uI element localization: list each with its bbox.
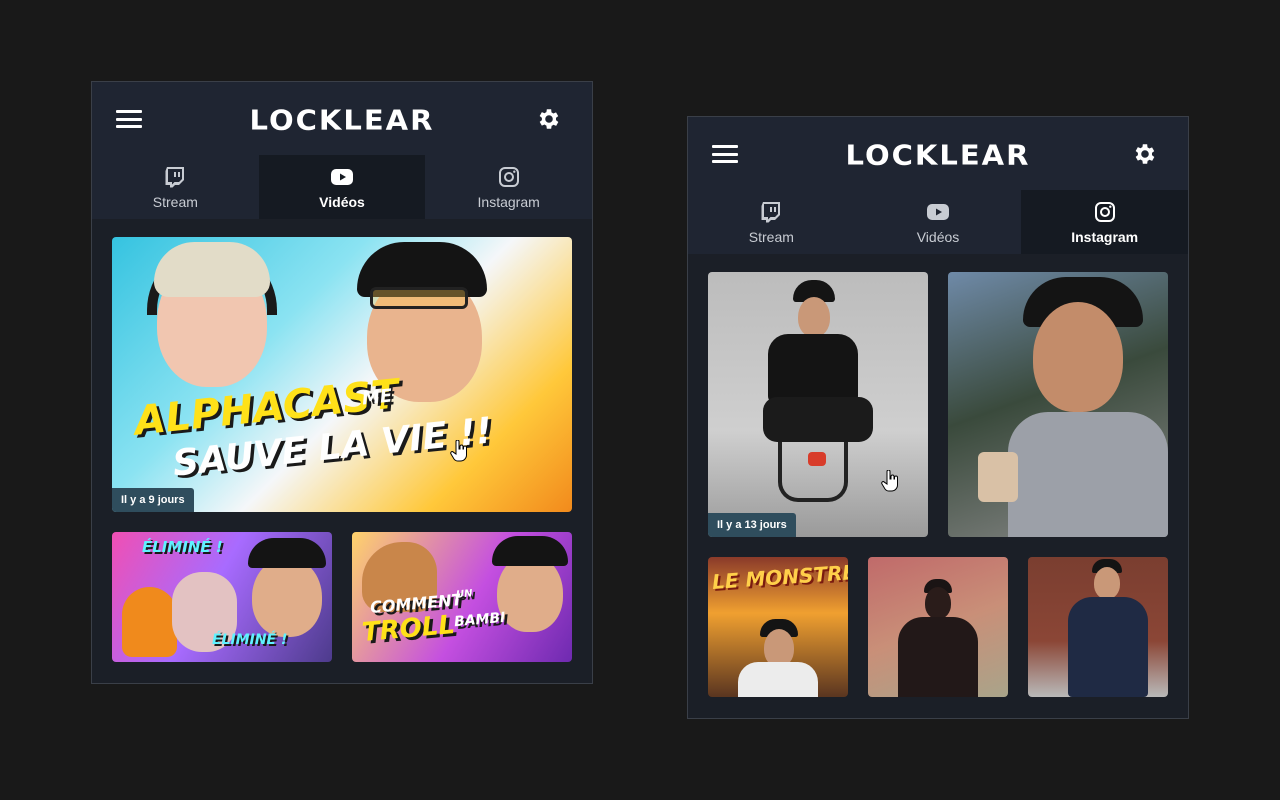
instagram-post-thumbnail[interactable]: [948, 272, 1168, 537]
tab-label: Vidéos: [916, 228, 960, 245]
youtube-icon: [331, 168, 353, 185]
gear-icon[interactable]: [536, 106, 562, 132]
tab-bar: Stream Vidéos Instagram: [688, 190, 1189, 254]
fall-guy: [122, 587, 177, 657]
video-age-badge: Il y a 9 jours: [112, 488, 194, 512]
tab-stream[interactable]: Stream: [688, 190, 855, 254]
tab-bar: Stream Vidéos Instagram: [92, 155, 592, 219]
title-bambi: BAMBI: [453, 609, 506, 631]
instagram-post-thumbnail[interactable]: [868, 557, 1008, 697]
title-bottom: ÉLIMINÉ !: [212, 632, 288, 648]
chair: [778, 442, 848, 502]
tab-label: Instagram: [477, 193, 540, 210]
title-top: ÉLIMINÉ !: [142, 538, 223, 556]
instagram-post-thumbnail[interactable]: Il y a 13 jours: [708, 272, 928, 537]
cap: [248, 538, 326, 568]
youtube-icon: [927, 203, 949, 220]
header: LOCKLEAR: [688, 117, 1188, 190]
glasses: [370, 287, 468, 309]
featured-video-thumbnail[interactable]: ALPHACAST ME SAUVE LA VIE !! Il y a 9 jo…: [112, 237, 572, 512]
instagram-icon: [1094, 201, 1115, 222]
instagram-post-thumbnail[interactable]: LE MONSTRE: [708, 557, 848, 697]
tab-videos[interactable]: Vidéos: [855, 190, 1022, 254]
person: [252, 557, 322, 637]
tab-videos[interactable]: Vidéos: [258, 155, 426, 219]
header: LOCKLEAR: [92, 82, 592, 155]
instagram-icon: [498, 166, 519, 187]
instagram-post-thumbnail[interactable]: [1028, 557, 1168, 697]
person-body: [1008, 412, 1168, 537]
tab-stream[interactable]: Stream: [92, 155, 259, 219]
title-un: UN: [455, 588, 473, 601]
cap: [492, 536, 568, 566]
tab-label: Stream: [152, 193, 198, 210]
hair: [154, 242, 270, 297]
sign-text: LE MONSTRE: [711, 560, 848, 594]
tab-label: Vidéos: [319, 193, 365, 210]
twitch-icon: [165, 166, 185, 187]
tab-instagram[interactable]: Instagram: [1021, 190, 1189, 254]
person-body: [768, 334, 858, 404]
instagram-widget: LOCKLEAR Stream Vidéos Instagram Il y a …: [687, 116, 1189, 719]
tab-label: Stream: [748, 228, 794, 245]
silhouette-body: [898, 617, 978, 697]
person-body: [738, 662, 818, 697]
person-jacket: [1068, 597, 1148, 697]
logo: LOCKLEAR: [249, 103, 435, 137]
face: [1033, 302, 1123, 412]
twitch-icon: [761, 201, 781, 222]
hand-cursor-icon: [881, 470, 898, 492]
video-thumbnail[interactable]: COMMENT UN TROLL BAMBI: [352, 532, 572, 662]
tab-instagram[interactable]: Instagram: [425, 155, 592, 219]
face: [798, 297, 830, 337]
face: [1094, 567, 1120, 599]
logo: LOCKLEAR: [845, 138, 1031, 172]
gear-icon[interactable]: [1132, 141, 1158, 167]
red-sock: [808, 452, 826, 466]
title-me: ME: [360, 385, 394, 410]
tab-label: Instagram: [1071, 228, 1139, 245]
video-thumbnail[interactable]: ÉLIMINÉ ! ÉLIMINÉ !: [112, 532, 332, 662]
cup: [978, 452, 1018, 502]
person-legs: [763, 397, 873, 442]
post-age-badge: Il y a 13 jours: [708, 513, 796, 537]
videos-widget: LOCKLEAR Stream Vidéos Instagram ALPHACA…: [91, 81, 593, 684]
silhouette-head: [925, 587, 951, 619]
